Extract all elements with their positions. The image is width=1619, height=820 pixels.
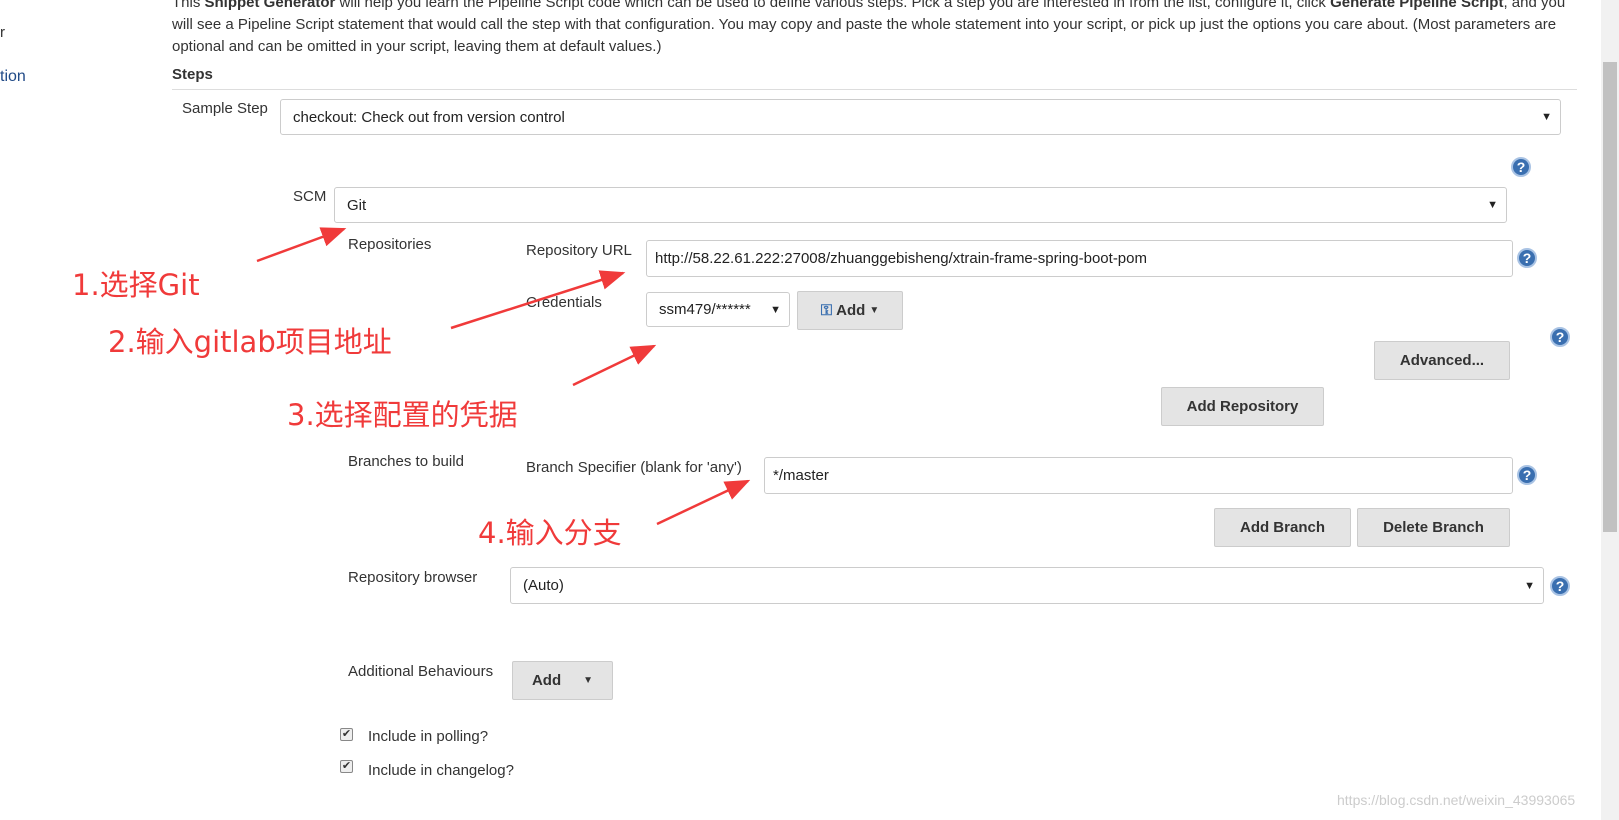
scrollbar[interactable] — [1601, 0, 1619, 820]
arrow-4 — [656, 479, 751, 526]
arrow-2 — [450, 270, 626, 330]
annotation-arrows — [256, 227, 751, 526]
scrollbar-thumb[interactable] — [1603, 62, 1617, 532]
watermark: https://blog.csdn.net/weixin_43993065 — [1337, 792, 1576, 808]
arrow-3 — [572, 344, 657, 387]
arrow-1 — [256, 227, 347, 263]
